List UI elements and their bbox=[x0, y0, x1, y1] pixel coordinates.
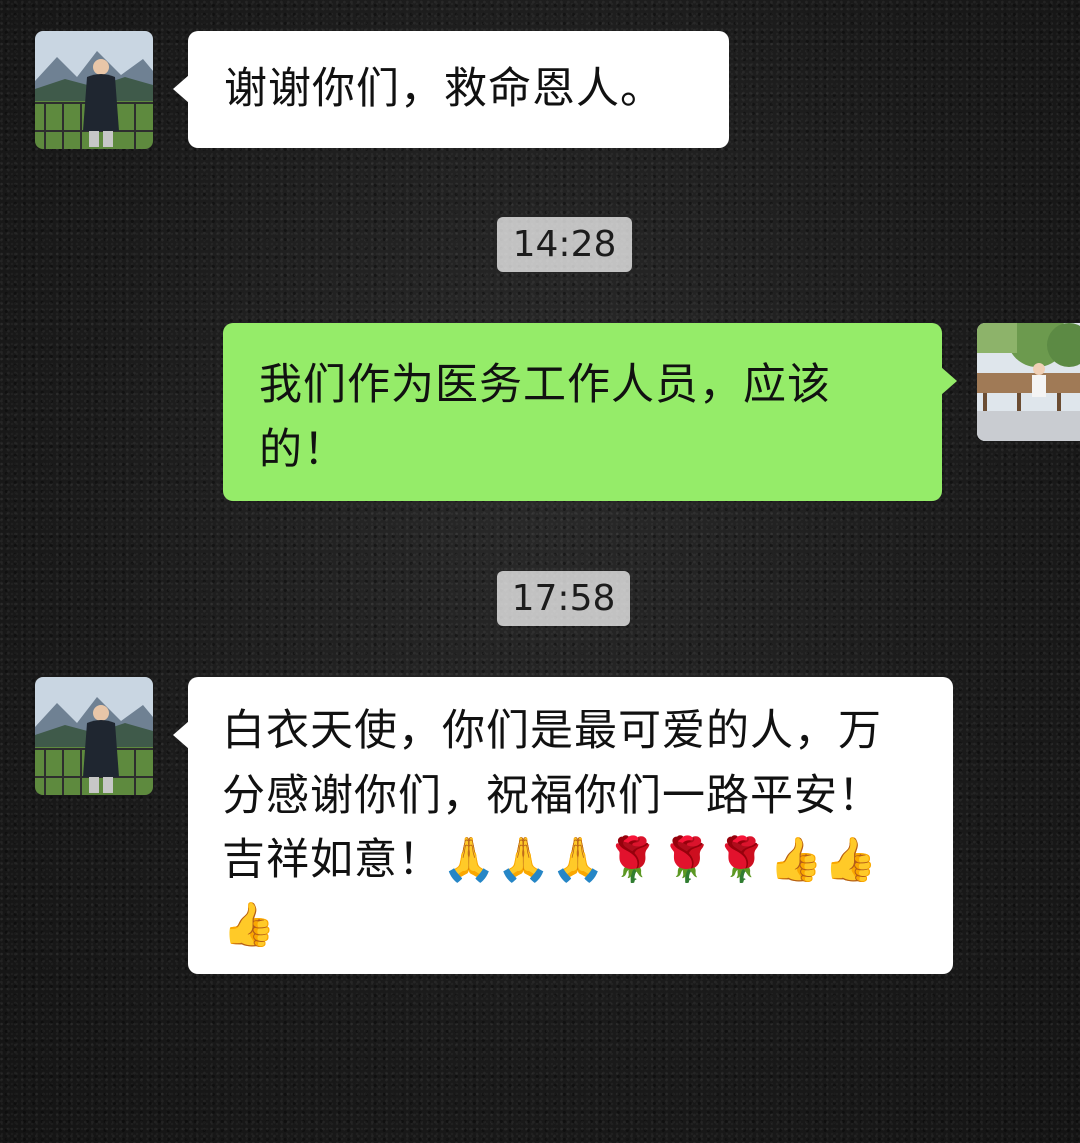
contact-avatar[interactable] bbox=[35, 31, 153, 149]
timestamp: 14:28 bbox=[497, 217, 632, 272]
message-text: 谢谢你们，救命恩人。 bbox=[224, 64, 664, 114]
message-text: 我们作为医务工作人员，应该的！ bbox=[259, 360, 831, 475]
self-avatar[interactable] bbox=[977, 323, 1080, 441]
chat-view: 谢谢你们，救命恩人。 14:28 我们作为医务工作人员，应该的！ 17:58 白… bbox=[0, 0, 1080, 1143]
message-bubble-incoming[interactable]: 白衣天使，你们是最可爱的人，万分感谢你们，祝福你们一路平安！吉祥如意！🙏🙏🙏🌹🌹… bbox=[173, 677, 953, 974]
bubble-tail bbox=[941, 367, 957, 395]
bubble-tail bbox=[173, 75, 189, 103]
bubble-tail bbox=[173, 721, 189, 749]
message-bubble-incoming[interactable]: 谢谢你们，救命恩人。 bbox=[173, 31, 729, 148]
contact-avatar[interactable] bbox=[35, 677, 153, 795]
timestamp: 17:58 bbox=[497, 571, 630, 626]
message-text: 白衣天使，你们是最可爱的人，万分感谢你们，祝福你们一路平安！吉祥如意！🙏🙏🙏🌹🌹… bbox=[222, 706, 882, 950]
message-bubble-outgoing[interactable]: 我们作为医务工作人员，应该的！ bbox=[223, 323, 957, 501]
